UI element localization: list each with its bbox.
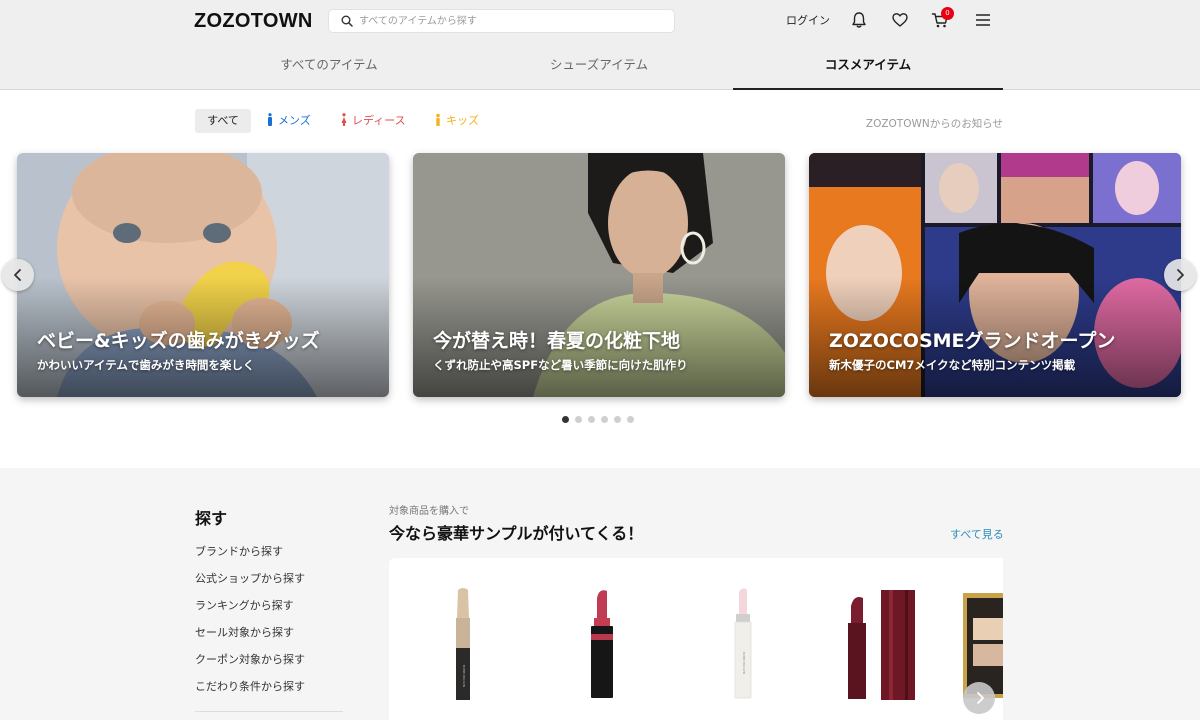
pagination-dot[interactable] (575, 416, 582, 423)
chevron-right-icon (977, 692, 984, 704)
sidebar-item-sale[interactable]: セール対象から探す (195, 624, 294, 640)
pagination-dot[interactable] (614, 416, 621, 423)
sidebar-title: 探す (195, 509, 228, 528)
woman-icon (341, 113, 347, 126)
product-lipstick-red[interactable] (821, 578, 941, 703)
man-icon (268, 113, 272, 126)
carousel-slide-makeup-base[interactable]: 今が替え時！春夏の化粧下地 くずれ防止や高SPFなど暑い季節に向けた肌作り (413, 153, 785, 397)
product-lipstick[interactable] (541, 578, 661, 703)
chevron-right-icon (1177, 269, 1184, 281)
svg-text:BOBBI BROWN: BOBBI BROWN (742, 652, 746, 674)
sidebar-item-conditions[interactable]: こだわり条件から探す (195, 678, 305, 694)
slide-subtitle: かわいいアイテムで歯みがき時間を楽しく (37, 358, 255, 372)
sidebar-item-official-shop[interactable]: 公式ショップから探す (195, 570, 305, 586)
bell-icon[interactable] (850, 11, 868, 29)
header: ZOZOTOWN ログイン 0 すべてのアイテム シューズアイテム コスメアイテ… (0, 0, 1200, 90)
menu-icon[interactable] (974, 11, 992, 29)
search-box[interactable] (328, 9, 675, 33)
filter-men-label: メンズ (278, 114, 311, 127)
sidebar-divider (195, 711, 343, 712)
pagination-dot[interactable] (627, 416, 634, 423)
svg-text:BOBBI BROWN: BOBBI BROWN (462, 665, 466, 687)
filter-women[interactable]: レディース (341, 109, 406, 133)
tab-cosme-items[interactable]: コスメアイテム (733, 48, 1003, 90)
login-link[interactable]: ログイン (786, 12, 830, 28)
product-next-button[interactable] (963, 682, 995, 714)
pagination-dot[interactable] (588, 416, 595, 423)
heart-icon[interactable] (891, 11, 909, 29)
kid-icon (436, 113, 440, 126)
carousel-slide-baby-toothbrush[interactable]: ベビー&キッズの歯みがきグッズ かわいいアイテムで歯みがき時間を楽しく (17, 153, 389, 397)
chevron-left-icon (14, 269, 21, 281)
carousel-next-button[interactable] (1164, 259, 1196, 291)
slide-title: ZOZOCOSMEグランドオープン (829, 330, 1116, 352)
pagination-dot[interactable] (562, 416, 569, 423)
filter-kids-label: キッズ (446, 114, 479, 127)
slide-title: 今が替え時！春夏の化粧下地 (433, 330, 681, 352)
slide-title: ベビー&キッズの歯みがきグッズ (37, 330, 320, 352)
filter-kids[interactable]: キッズ (435, 109, 479, 133)
carousel-slide-zozocosme[interactable]: ZOZOCOSMEグランドオープン 新木優子のCM7メイクなど特別コンテンツ掲載 (809, 153, 1181, 397)
featured-title: 今なら豪華サンプルが付いてくる！ (389, 524, 644, 543)
product-lip-balm[interactable]: BOBBI BROWN (681, 578, 801, 703)
category-tabs: すべてのアイテム シューズアイテム コスメアイテム (194, 48, 1003, 90)
carousel-prev-button[interactable] (2, 259, 34, 291)
tab-shoes-items[interactable]: シューズアイテム (464, 48, 734, 90)
filter-all[interactable]: すべて (195, 109, 251, 133)
product-carousel: BOBBI BROWN BOBBI BROWN (389, 558, 1003, 720)
tab-all-items[interactable]: すべてのアイテム (194, 48, 464, 90)
pagination-dot[interactable] (601, 416, 608, 423)
sidebar-item-ranking[interactable]: ランキングから探す (195, 597, 294, 613)
slide-subtitle: 新木優子のCM7メイクなど特別コンテンツ掲載 (829, 358, 1076, 372)
zozotown-notice-link[interactable]: ZOZOTOWNからのお知らせ (866, 116, 1003, 131)
search-input[interactable] (359, 13, 659, 30)
logo[interactable]: ZOZOTOWN (194, 10, 313, 33)
sidebar-item-coupon[interactable]: クーポン対象から探す (195, 651, 305, 667)
cart-count-badge: 0 (941, 7, 954, 20)
see-all-link[interactable]: すべて見る (950, 526, 1004, 542)
slide-subtitle: くずれ防止や高SPFなど暑い季節に向けた肌作り (433, 358, 688, 372)
featured-label: 対象商品を購入で (389, 506, 469, 517)
filter-men[interactable]: メンズ (267, 109, 311, 133)
product-eyeshadow-stick[interactable]: BOBBI BROWN (399, 578, 519, 703)
filter-women-label: レディース (352, 114, 406, 127)
sidebar-item-brand[interactable]: ブランドから探す (195, 543, 283, 559)
search-icon (341, 15, 353, 27)
